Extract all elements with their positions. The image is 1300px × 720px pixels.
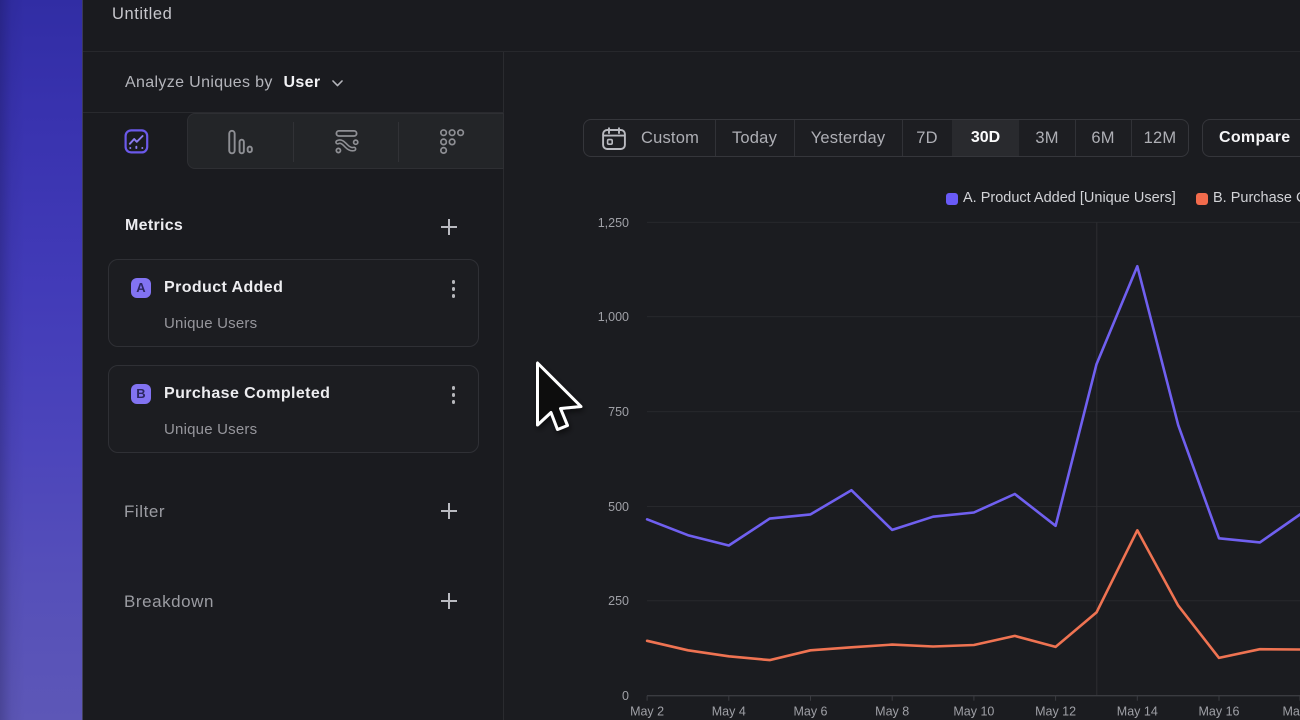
svg-text:0: 0 xyxy=(622,689,629,703)
svg-text:May 10: May 10 xyxy=(953,705,994,719)
svg-text:May 14: May 14 xyxy=(1117,705,1158,719)
svg-text:May 16: May 16 xyxy=(1199,705,1240,719)
svg-text:1,250: 1,250 xyxy=(598,216,629,230)
svg-text:500: 500 xyxy=(608,500,629,514)
svg-text:May 18: May 18 xyxy=(1283,705,1300,719)
svg-text:May 12: May 12 xyxy=(1035,705,1076,719)
svg-text:May 2: May 2 xyxy=(630,705,664,719)
svg-text:250: 250 xyxy=(608,594,629,608)
svg-text:1,000: 1,000 xyxy=(598,310,629,324)
svg-text:May 4: May 4 xyxy=(712,705,746,719)
svg-text:750: 750 xyxy=(608,405,629,419)
svg-text:May 6: May 6 xyxy=(793,705,827,719)
svg-text:May 8: May 8 xyxy=(875,705,909,719)
